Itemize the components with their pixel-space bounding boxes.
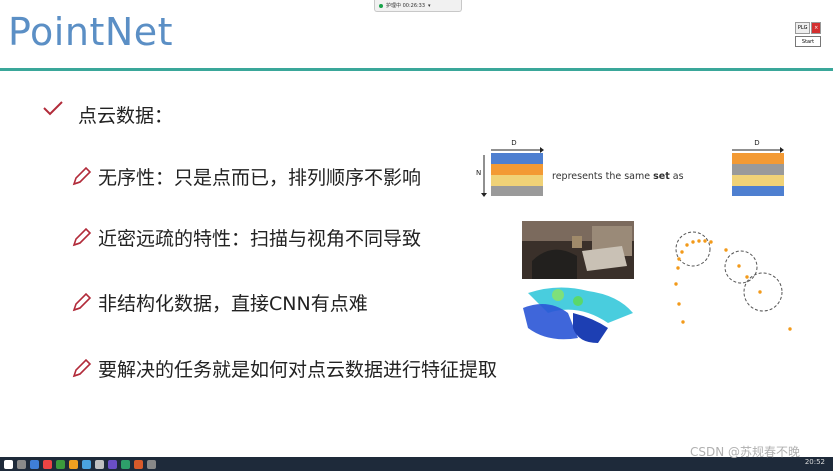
bullet-text: 近密远疏的特性：扫描与视角不同导致 [98, 228, 422, 250]
stripe-blue [732, 186, 784, 196]
app-icon[interactable] [108, 459, 117, 469]
app-icon[interactable] [30, 459, 39, 469]
stripe-orange [491, 164, 543, 175]
app-icon[interactable] [69, 459, 78, 469]
clock: 20:52 [804, 458, 825, 466]
recording-dot-icon [379, 3, 383, 8]
figure-caption: represents the same set as [552, 171, 684, 182]
app-icon[interactable] [56, 459, 65, 469]
stripe-yellow [491, 175, 543, 186]
watermark: CSDN @苏规春不晚 [690, 445, 801, 459]
section-heading: 点云数据： [78, 105, 174, 127]
pencil-icon [72, 358, 92, 377]
start-icon[interactable] [4, 459, 13, 469]
pencil-icon [72, 227, 92, 246]
stripe-yellow [732, 175, 784, 186]
scan-point-cloud [518, 283, 638, 348]
slide-title: PointNet [8, 10, 174, 54]
start-button[interactable]: Start [795, 36, 821, 47]
title-divider [0, 68, 833, 71]
app-icon[interactable] [17, 459, 26, 469]
recording-bar[interactable]: 护理中 00:26:33 ▾ [374, 0, 462, 12]
app-icon[interactable] [82, 459, 91, 469]
chevron-down-icon[interactable]: ▾ [428, 3, 431, 9]
pencil-icon [72, 166, 92, 185]
room-photo [522, 221, 634, 279]
bullet-text: 无序性：只是点而已，排列顺序不影响 [98, 167, 422, 189]
stripe-orange [732, 153, 784, 164]
checkmark-icon [43, 101, 63, 116]
small-label: PLG [795, 22, 811, 34]
close-icon[interactable]: × [811, 22, 821, 34]
pencil-icon [72, 292, 92, 311]
app-icon[interactable] [95, 459, 104, 469]
app-icon[interactable] [121, 459, 130, 469]
bullet-item: 近密远疏的特性：扫描与视角不同导致 [70, 224, 421, 251]
density-diagram [674, 231, 792, 331]
app-icon[interactable] [43, 459, 52, 469]
bullet-text: 要解决的任务就是如何对点云数据进行特征提取 [98, 359, 498, 381]
stripe-gray [732, 164, 784, 175]
d-label-right: D [754, 139, 759, 147]
app-icon[interactable] [147, 459, 156, 469]
permutation-figure: D N represents the same set as D [476, 139, 784, 197]
bullet-item: 无序性：只是点而已，排列顺序不影响 [70, 163, 421, 190]
stripe-gray [491, 186, 543, 196]
bullet-item: 要解决的任务就是如何对点云数据进行特征提取 [70, 355, 497, 382]
app-icon[interactable] [134, 459, 143, 469]
d-label-left: D [511, 139, 516, 147]
n-label: N [476, 169, 481, 177]
bullet-text: 非结构化数据，直接CNN有点难 [98, 293, 368, 315]
stripe-blue [491, 153, 543, 164]
floating-control-panel: PLG × Start [795, 22, 821, 47]
recording-text: 护理中 00:26:33 [386, 3, 426, 9]
bullet-item: 非结构化数据，直接CNN有点难 [70, 289, 368, 316]
